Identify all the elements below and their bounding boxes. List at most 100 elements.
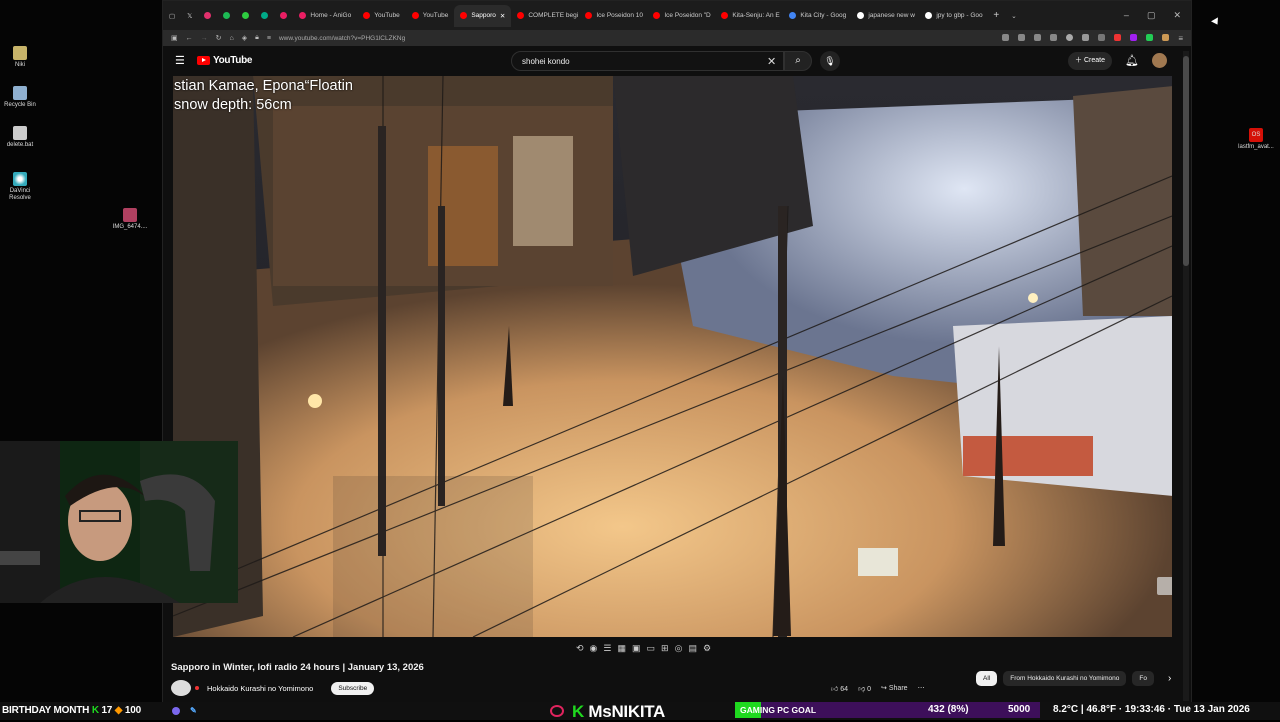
extension-icon[interactable] bbox=[1098, 33, 1106, 41]
avatar[interactable] bbox=[1152, 53, 1167, 68]
bookmark-star-icon[interactable] bbox=[1018, 33, 1026, 41]
extension-icon[interactable] bbox=[1114, 33, 1122, 41]
create-button[interactable]: ＋ Create bbox=[1068, 52, 1112, 70]
reload-icon[interactable]: ↻ bbox=[216, 34, 222, 42]
notifications-bell-icon[interactable]: 🔔︎ bbox=[1125, 54, 1139, 67]
lock-icon[interactable]: 🔒︎ bbox=[255, 34, 259, 42]
clear-search-icon[interactable]: ✕ bbox=[767, 55, 776, 68]
youtube-logo-text: YouTube bbox=[213, 55, 253, 66]
extension-icon[interactable] bbox=[1146, 33, 1154, 41]
desktop-icon-lastfm[interactable]: OS lastfm_avat... bbox=[1236, 128, 1276, 151]
pinned-tab[interactable] bbox=[198, 5, 217, 27]
site-settings-icon[interactable]: ≡ bbox=[267, 35, 271, 42]
x-icon[interactable]: 𝕏 bbox=[181, 5, 198, 27]
hamburger-menu-icon[interactable]: ☰ bbox=[175, 54, 185, 67]
back-icon[interactable]: ← bbox=[186, 35, 193, 42]
extension-icon[interactable] bbox=[1082, 33, 1090, 41]
forward-icon[interactable]: → bbox=[201, 35, 208, 42]
youtube-logo[interactable]: YouTube bbox=[197, 55, 253, 66]
shield-icon[interactable]: ◈ bbox=[242, 34, 247, 42]
folder-icon bbox=[13, 46, 27, 60]
voice-search-button[interactable]: 🎙︎ bbox=[820, 51, 840, 71]
like-count: 64 bbox=[840, 686, 849, 693]
tab-6[interactable]: Ice Poseidon "D bbox=[647, 5, 715, 27]
desktop-icon-delete-bat[interactable]: delete.bat bbox=[0, 126, 40, 149]
desktop-icon-davinci-resolve[interactable]: DaVinci Resolve bbox=[0, 172, 40, 202]
search-button[interactable]: ⌕ bbox=[784, 51, 812, 71]
extension-icon[interactable] bbox=[1034, 33, 1042, 41]
tab-favicon-icon bbox=[789, 12, 797, 19]
add-icon[interactable]: ⊞ bbox=[661, 643, 669, 654]
desktop-icon-niki[interactable]: Niki bbox=[0, 46, 40, 69]
chip-all[interactable]: All bbox=[976, 671, 998, 686]
dislike-button[interactable]: 👎︎ 0 bbox=[858, 684, 871, 693]
new-tab-button[interactable]: + bbox=[987, 5, 1005, 27]
snow-depth-text: snow depth: 56cm bbox=[174, 97, 292, 113]
menu-icon[interactable]: ≡ bbox=[1178, 34, 1183, 43]
tab-8[interactable]: Kita City - Goog bbox=[783, 5, 851, 27]
tab-1[interactable]: YouTube bbox=[357, 5, 406, 27]
home-icon[interactable]: ⌂ bbox=[230, 35, 234, 42]
address-bar: ▣ ← → ↻ ⌂ ◈ 🔒︎ ≡ www.youtube.com/watch?v… bbox=[163, 30, 1191, 46]
pinned-tab[interactable] bbox=[217, 5, 236, 27]
webcam-person-image bbox=[0, 441, 238, 603]
miniplayer-handle[interactable] bbox=[1157, 577, 1172, 595]
desktop-icon-recycle-bin[interactable]: Recycle Bin bbox=[0, 86, 40, 109]
share-button[interactable]: ↪ Share bbox=[881, 684, 908, 693]
tab-10[interactable]: jpy to gbp - Goo bbox=[919, 5, 987, 27]
tab-5[interactable]: Ice Poseidon 10 bbox=[579, 5, 647, 27]
channel-name[interactable]: Hokkaido Kurashi no Yomimono bbox=[207, 684, 313, 693]
desktop-icon-image[interactable]: IMG_6474.... bbox=[110, 208, 150, 231]
chip-from-channel[interactable]: From Hokkaido Kurashi no Yomimono bbox=[1003, 671, 1127, 686]
settings-gear-icon[interactable]: ⚙ bbox=[703, 643, 711, 654]
chevron-right-icon[interactable]: › bbox=[1168, 673, 1171, 684]
scrollbar-thumb[interactable] bbox=[1183, 56, 1189, 266]
tab-favicon-icon bbox=[721, 12, 729, 19]
minimize-icon[interactable]: – bbox=[1124, 10, 1129, 21]
maximize-icon[interactable]: ▢ bbox=[1147, 10, 1156, 21]
chip-more[interactable]: Fo bbox=[1132, 671, 1154, 686]
tab-2[interactable]: YouTube bbox=[406, 5, 455, 27]
close-tab-icon[interactable]: ✕ bbox=[500, 12, 505, 20]
like-button[interactable]: 👍︎ 64 bbox=[831, 684, 848, 693]
channel-avatar[interactable] bbox=[171, 680, 191, 696]
crop-icon[interactable]: ▣ bbox=[632, 643, 641, 654]
close-icon[interactable]: ✕ bbox=[1173, 10, 1181, 21]
tab-0[interactable]: Home - AniGo bbox=[293, 5, 357, 27]
taskbar-app-icon[interactable]: ✎ bbox=[190, 706, 197, 715]
taskbar-app-icon[interactable] bbox=[172, 707, 180, 715]
loop-icon[interactable]: ⟲ bbox=[576, 643, 584, 654]
calendar-icon[interactable]: ▦ bbox=[617, 643, 626, 654]
desktop-icon-label: DaVinci Resolve bbox=[9, 188, 31, 201]
tab-overview-button[interactable]: ▢ bbox=[163, 5, 181, 27]
pinned-tab[interactable] bbox=[274, 5, 293, 27]
tab-7[interactable]: Kita-Senju: An E bbox=[715, 5, 783, 27]
url-field[interactable]: www.youtube.com/watch?v=PHG1lCLZKNg bbox=[279, 35, 405, 42]
profile-icon[interactable] bbox=[1162, 33, 1170, 41]
batch-file-icon bbox=[13, 126, 27, 140]
video-player[interactable]: stian Kamae, Epona“Floatin snow depth: 5… bbox=[173, 76, 1172, 637]
extension-icon[interactable] bbox=[1130, 33, 1138, 41]
subscribe-button[interactable]: Subscribe bbox=[331, 681, 375, 695]
window-icon[interactable]: ▭ bbox=[647, 643, 656, 654]
sidebar-icon[interactable]: ▣ bbox=[171, 34, 178, 42]
tab-list-chevron-icon[interactable]: ⌄ bbox=[1005, 5, 1022, 27]
more-actions-icon[interactable]: ⋯ bbox=[918, 684, 925, 693]
screenshot-icon[interactable]: ◎ bbox=[675, 643, 683, 654]
search-input[interactable]: shohei kondo bbox=[511, 51, 784, 71]
audio-icon[interactable]: ◉ bbox=[590, 643, 598, 654]
extension-icon[interactable] bbox=[1002, 33, 1010, 41]
pinned-tab[interactable] bbox=[255, 5, 274, 27]
dislike-count: 0 bbox=[867, 686, 872, 693]
tab-4[interactable]: COMPLETE begi bbox=[511, 5, 579, 27]
tab-3[interactable]: Sapporo ✕ bbox=[454, 4, 512, 27]
pinned-tab[interactable] bbox=[236, 5, 255, 27]
davinci-resolve-icon bbox=[13, 172, 27, 186]
birthday-banner: BIRTHDAY MONTH K 17 ◆ 100 bbox=[2, 705, 141, 716]
extension-icon[interactable] bbox=[1050, 33, 1058, 41]
tab-9[interactable]: japanese new w bbox=[851, 5, 919, 27]
extension-icon[interactable] bbox=[1066, 33, 1074, 41]
page-scrollbar[interactable] bbox=[1183, 51, 1189, 701]
captions-icon[interactable]: ▤ bbox=[688, 643, 697, 654]
playlist-icon[interactable]: ☰ bbox=[603, 643, 611, 654]
